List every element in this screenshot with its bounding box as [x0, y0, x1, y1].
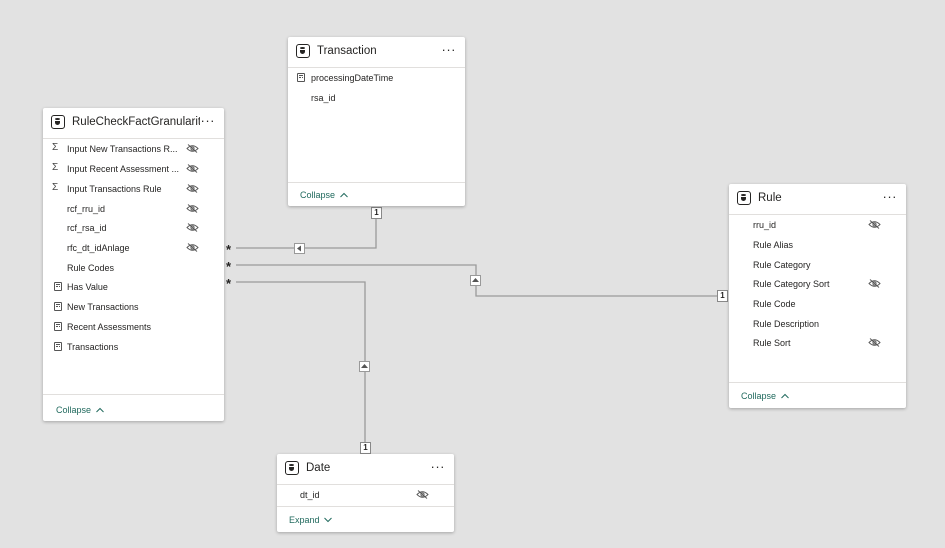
- more-options-icon[interactable]: ···: [442, 42, 457, 57]
- hidden-eye-icon[interactable]: [868, 279, 881, 288]
- footer-divider: [729, 382, 906, 383]
- cross-filter-arrow-left[interactable]: [294, 243, 305, 254]
- card-title: RuleCheckFactGranularit...: [72, 116, 200, 128]
- one-marker: 1: [360, 442, 371, 454]
- field-item[interactable]: Input Transactions Rule: [67, 184, 162, 194]
- table-card-date[interactable]: Date ··· dt_id Expand: [277, 454, 454, 532]
- chevron-down-icon: [324, 517, 332, 523]
- collapse-button[interactable]: Collapse: [741, 391, 789, 401]
- collapse-label[interactable]: Collapse: [56, 405, 91, 415]
- field-item[interactable]: rfc_dt_idAnlage: [67, 243, 130, 253]
- field-item[interactable]: rru_id: [753, 220, 776, 230]
- hidden-eye-icon[interactable]: [416, 490, 429, 499]
- chevron-up-icon: [780, 393, 789, 399]
- card-header[interactable]: Transaction ···: [288, 37, 465, 68]
- collapse-button[interactable]: Collapse: [300, 190, 348, 200]
- expand-button[interactable]: Expand: [289, 515, 332, 525]
- collapse-label[interactable]: Collapse: [741, 391, 776, 401]
- chevron-up-icon: [339, 192, 348, 198]
- calculator-icon: [54, 302, 62, 311]
- cross-filter-arrow-up[interactable]: [359, 361, 370, 372]
- field-item[interactable]: New Transactions: [67, 302, 139, 312]
- collapse-button[interactable]: Collapse: [56, 405, 104, 415]
- card-header[interactable]: Date ···: [277, 454, 454, 485]
- footer-divider: [288, 182, 465, 183]
- hidden-eye-icon[interactable]: [186, 243, 199, 252]
- many-marker: *: [226, 259, 232, 274]
- field-item[interactable]: Rule Category Sort: [753, 279, 830, 289]
- card-header[interactable]: Rule ···: [729, 184, 906, 215]
- card-title: Rule: [758, 192, 782, 204]
- field-item[interactable]: Rule Description: [753, 319, 819, 329]
- table-card-transaction[interactable]: Transaction ··· processingDateTime rsa_i…: [288, 37, 465, 206]
- collapse-label[interactable]: Collapse: [300, 190, 335, 200]
- calculator-icon: [54, 342, 62, 351]
- field-item[interactable]: rcf_rsa_id: [67, 223, 107, 233]
- hidden-eye-icon[interactable]: [186, 164, 199, 173]
- table-icon: [296, 44, 310, 58]
- many-marker: *: [226, 242, 232, 257]
- more-options-icon[interactable]: ···: [201, 113, 216, 128]
- table-icon: [285, 461, 299, 475]
- card-title: Transaction: [317, 45, 377, 57]
- model-canvas[interactable]: * * * 1 1 1 RuleCheckFactGranularit... ·…: [0, 0, 945, 548]
- relationship-line-date: [236, 281, 366, 445]
- hidden-eye-icon[interactable]: [868, 220, 881, 229]
- table-icon: [737, 191, 751, 205]
- many-marker: *: [226, 276, 232, 291]
- hidden-eye-icon[interactable]: [186, 144, 199, 153]
- expand-label[interactable]: Expand: [289, 515, 320, 525]
- field-item[interactable]: dt_id: [300, 490, 320, 500]
- cross-filter-arrow-up[interactable]: [470, 275, 481, 286]
- hidden-eye-icon[interactable]: [868, 338, 881, 347]
- field-item[interactable]: rcf_rru_id: [67, 204, 105, 214]
- chevron-up-icon: [95, 407, 104, 413]
- calculator-icon: [54, 322, 62, 331]
- field-item[interactable]: Recent Assessments: [67, 322, 151, 332]
- relationship-line-transaction: [236, 214, 377, 249]
- sigma-icon: Σ: [52, 162, 59, 173]
- field-item[interactable]: Has Value: [67, 282, 108, 292]
- sigma-icon: Σ: [52, 142, 59, 153]
- more-options-icon[interactable]: ···: [431, 459, 446, 474]
- field-item[interactable]: Rule Alias: [753, 240, 793, 250]
- footer-divider: [277, 506, 454, 507]
- field-item[interactable]: Rule Code: [753, 299, 796, 309]
- hidden-eye-icon[interactable]: [186, 184, 199, 193]
- table-card-rule[interactable]: Rule ··· rru_id Rule Alias Rule Category…: [729, 184, 906, 408]
- one-marker: 1: [717, 290, 728, 302]
- more-options-icon[interactable]: ···: [883, 189, 898, 204]
- table-card-rulecheck[interactable]: RuleCheckFactGranularit... ··· Σ Input N…: [43, 108, 224, 421]
- field-item[interactable]: Rule Codes: [67, 263, 114, 273]
- calculator-icon: [54, 282, 62, 291]
- hidden-eye-icon[interactable]: [186, 223, 199, 232]
- one-marker: 1: [371, 207, 382, 219]
- footer-divider: [43, 394, 224, 395]
- field-item[interactable]: Rule Sort: [753, 338, 791, 348]
- field-item[interactable]: processingDateTime: [311, 73, 393, 83]
- card-title: Date: [306, 462, 331, 474]
- table-icon: [51, 115, 65, 129]
- field-item[interactable]: Transactions: [67, 342, 118, 352]
- hidden-eye-icon[interactable]: [186, 204, 199, 213]
- field-item[interactable]: Rule Category: [753, 260, 811, 270]
- sigma-icon: Σ: [52, 182, 59, 193]
- card-header[interactable]: RuleCheckFactGranularit... ···: [43, 108, 224, 139]
- calendar-icon: [297, 73, 305, 82]
- field-item[interactable]: rsa_id: [311, 93, 336, 103]
- field-item[interactable]: Input Recent Assessment ...: [67, 164, 179, 174]
- field-item[interactable]: Input New Transactions R...: [67, 144, 178, 154]
